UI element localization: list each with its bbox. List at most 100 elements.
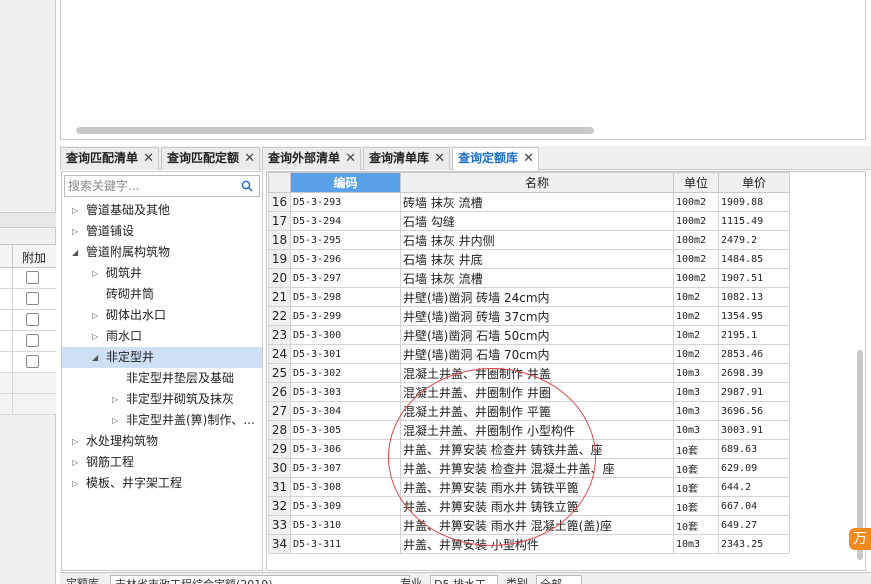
table-row[interactable]: 23 D5-3-300 井壁(墙)凿洞 石墙 50cm内 10m2 2195.1 xyxy=(268,325,790,345)
attach-checkbox[interactable] xyxy=(26,355,39,368)
left-panel-rows xyxy=(0,268,56,415)
tree-node[interactable]: ▷ 管道基础及其他 xyxy=(62,200,262,221)
table-row[interactable]: 31 D5-3-308 井盖、井箅安装 雨水井 铸铁平篦 10套 644.2 xyxy=(268,477,790,497)
tree-node[interactable]: ◢ 非定型井 xyxy=(62,347,262,368)
collapsed-arrow-icon[interactable]: ▷ xyxy=(92,305,98,326)
tab-quota-library[interactable]: 查询定额库 ✕ xyxy=(452,147,539,171)
collapsed-arrow-icon[interactable]: ▷ xyxy=(92,263,98,284)
tree-node[interactable]: ▷ 模板、井字架工程 xyxy=(62,473,262,494)
row-number: 24 xyxy=(268,344,291,364)
quota-price: 1354.95 xyxy=(718,306,790,326)
quota-name: 石墙 抹灰 井内侧 xyxy=(400,230,674,250)
close-icon[interactable]: ✕ xyxy=(345,148,356,169)
collapsed-arrow-icon[interactable]: ▷ xyxy=(92,326,98,347)
row-number: 20 xyxy=(268,268,291,288)
tab-bill-library[interactable]: 查询清单库 ✕ xyxy=(363,147,450,170)
collapsed-arrow-icon[interactable]: ▷ xyxy=(72,473,78,494)
close-icon[interactable]: ✕ xyxy=(244,148,255,169)
collapsed-arrow-icon[interactable]: ▷ xyxy=(72,431,78,452)
table-row[interactable]: 34 D5-3-311 井盖、井箅安装 小型构件 10m3 2343.25 xyxy=(268,534,790,554)
table-row[interactable]: 27 D5-3-304 混凝土井盖、井圈制作 平篦 10m3 3696.56 xyxy=(268,401,790,421)
search-icon[interactable] xyxy=(241,180,253,192)
attach-checkbox[interactable] xyxy=(26,292,39,305)
specialty-select[interactable]: D5 排水工 xyxy=(430,575,498,584)
tree-node[interactable]: ▷ 非定型井砌筑及抹灰 xyxy=(62,389,262,410)
table-row[interactable]: 26 D5-3-303 混凝土井盖、井圈制作 井圈 10m3 2987.91 xyxy=(268,382,790,402)
tree-node[interactable]: ▷ 水处理构筑物 xyxy=(62,431,262,452)
tree-node[interactable]: ▷ 雨水口 xyxy=(62,326,262,347)
table-row[interactable]: 25 D5-3-302 混凝土井盖、井圈制作 井盖 10m3 2698.39 xyxy=(268,363,790,383)
quota-unit: 10m3 xyxy=(673,363,719,383)
collapsed-arrow-icon[interactable]: ▷ xyxy=(72,200,78,221)
tree-node-label: 管道基础及其他 xyxy=(86,203,171,217)
collapsed-arrow-icon[interactable]: ▷ xyxy=(112,389,118,410)
table-row[interactable]: 33 D5-3-310 井盖、井箅安装 雨水井 混凝土篦(盖)座 10套 649.27 xyxy=(268,515,790,535)
search-input[interactable] xyxy=(65,176,235,196)
table-row[interactable]: 22 D5-3-299 井壁(墙)凿洞 砖墙 37cm内 10m2 1354.95 xyxy=(268,306,790,326)
table-row[interactable]: 30 D5-3-307 井盖、井箅安装 检查井 混凝土井盖、座 10套 629.09 xyxy=(268,458,790,478)
attach-checkbox[interactable] xyxy=(26,313,39,326)
tab-external-bill[interactable]: 查询外部清单 ✕ xyxy=(262,147,361,170)
close-icon[interactable]: ✕ xyxy=(434,148,445,169)
quota-library-select[interactable]: 吉林省市政工程综合定额(2019) xyxy=(110,575,410,584)
quota-price: 1907.51 xyxy=(718,268,790,288)
quota-unit: 10套 xyxy=(673,458,719,478)
tree-node[interactable]: 砖砌井筒 xyxy=(62,284,262,305)
column-header-name[interactable]: 名称 xyxy=(400,172,674,193)
tree-node[interactable]: ▷ 管道铺设 xyxy=(62,221,262,242)
close-icon[interactable]: ✕ xyxy=(523,148,534,169)
attach-checkbox[interactable] xyxy=(26,271,39,284)
tree-node[interactable]: ▷ 钢筋工程 xyxy=(62,452,262,473)
table-row[interactable]: 20 D5-3-297 石墙 抹灰 流槽 100m2 1907.51 xyxy=(268,268,790,288)
tree-node[interactable]: ▷ 砌筑井 xyxy=(62,263,262,284)
quota-price: 2987.91 xyxy=(718,382,790,402)
column-header-unit[interactable]: 单位 xyxy=(673,172,719,193)
tree-node[interactable]: 非定型井垫层及基础 xyxy=(62,368,262,389)
quota-code: D5-3-296 xyxy=(290,249,401,269)
quota-code: D5-3-297 xyxy=(290,268,401,288)
table-row[interactable]: 24 D5-3-301 井壁(墙)凿洞 石墙 70cm内 10m2 2853.46 xyxy=(268,344,790,364)
tree-node[interactable]: ▷ 非定型井盖(箅)制作、... xyxy=(62,410,262,431)
row-number: 34 xyxy=(268,534,291,554)
table-row[interactable]: 18 D5-3-295 石墙 抹灰 井内侧 100m2 2479.2 xyxy=(268,230,790,250)
tree-node[interactable]: ◢ 管道附属构筑物 xyxy=(62,242,262,263)
tab-match-quota[interactable]: 查询匹配定额 ✕ xyxy=(161,147,260,170)
quota-unit: 10m2 xyxy=(673,344,719,364)
row-number: 25 xyxy=(268,363,291,383)
collapsed-arrow-icon[interactable]: ▷ xyxy=(112,410,118,431)
table-row[interactable]: 16 D5-3-293 砖墙 抹灰 流槽 100m2 1909.88 xyxy=(268,192,790,212)
category-select[interactable]: 全部 xyxy=(536,575,582,584)
column-header-code[interactable]: 编码 xyxy=(290,172,401,193)
table-row[interactable]: 19 D5-3-296 石墙 抹灰 井底 100m2 1484.85 xyxy=(268,249,790,269)
collapsed-arrow-icon[interactable]: ▷ xyxy=(72,221,78,242)
quota-price: 644.2 xyxy=(718,477,790,497)
horizontal-scrollbar[interactable] xyxy=(76,127,594,134)
tree-node-label: 模板、井字架工程 xyxy=(86,476,183,490)
column-header-price[interactable]: 单价 xyxy=(718,172,790,193)
quota-price: 2479.2 xyxy=(718,230,790,250)
row-number: 17 xyxy=(268,211,291,231)
quota-name: 井壁(墙)凿洞 石墙 70cm内 xyxy=(400,344,674,364)
table-row[interactable]: 32 D5-3-309 井盖、井箅安装 雨水井 铸铁立篦 10套 667.04 xyxy=(268,496,790,516)
quota-code: D5-3-306 xyxy=(290,439,401,459)
tree-node-label: 水处理构筑物 xyxy=(86,434,159,448)
tree-node[interactable]: ▷ 砌体出水口 xyxy=(62,305,262,326)
quota-name: 井盖、井箅安装 检查井 混凝土井盖、座 xyxy=(400,458,674,478)
table-row[interactable]: 29 D5-3-306 井盖、井箅安装 检查井 铸铁井盖、座 10套 689.63 xyxy=(268,439,790,459)
table-row[interactable]: 28 D5-3-305 混凝土井盖、井圈制作 小型构件 10m3 3003.91 xyxy=(268,420,790,440)
table-row xyxy=(0,268,56,289)
expanded-arrow-icon[interactable]: ◢ xyxy=(92,347,98,368)
attach-checkbox[interactable] xyxy=(26,334,39,347)
table-row[interactable]: 21 D5-3-298 井壁(墙)凿洞 砖墙 24cm内 10m2 1082.13 xyxy=(268,287,790,307)
row-number: 28 xyxy=(268,420,291,440)
float-tool-icon[interactable]: 万 xyxy=(849,528,871,550)
collapsed-arrow-icon[interactable]: ▷ xyxy=(72,452,78,473)
expanded-arrow-icon[interactable]: ◢ xyxy=(72,242,78,263)
quota-name: 石墙 抹灰 井底 xyxy=(400,249,674,269)
tab-match-bill[interactable]: 查询匹配清单 ✕ xyxy=(60,147,159,170)
table-row xyxy=(0,373,56,394)
tree-node-label: 雨水口 xyxy=(106,329,143,343)
close-icon[interactable]: ✕ xyxy=(143,148,154,169)
table-row xyxy=(0,289,56,310)
table-row[interactable]: 17 D5-3-294 石墙 勾缝 100m2 1115.49 xyxy=(268,211,790,231)
